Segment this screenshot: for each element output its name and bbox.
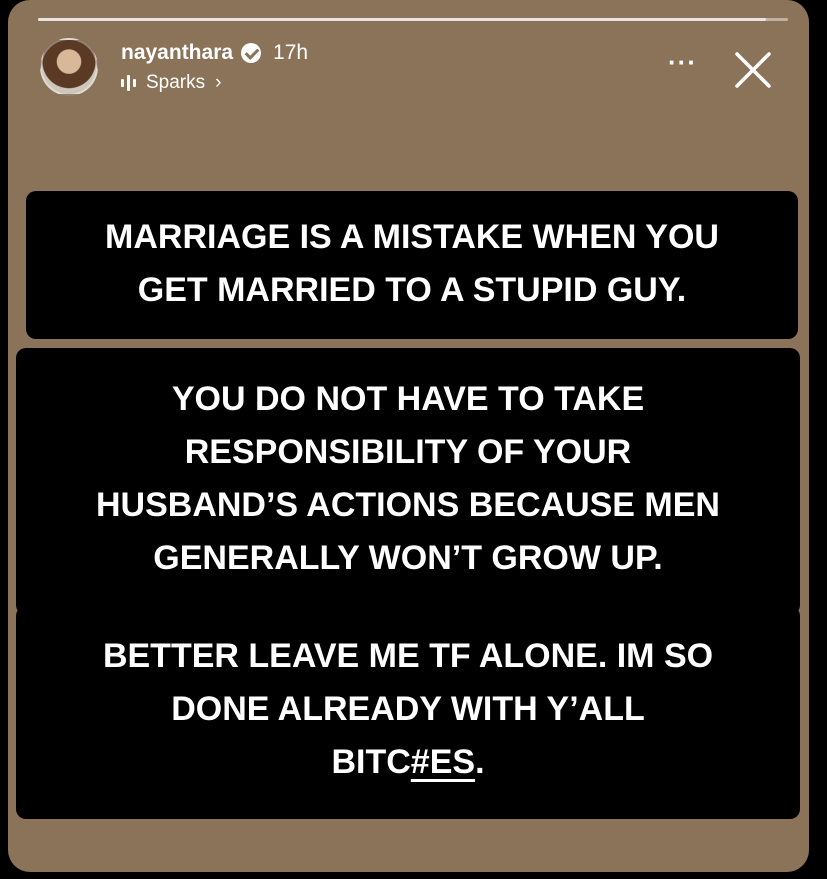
text-line: RESPONSIBILITY OF YOUR: [184, 433, 632, 471]
story-viewer[interactable]: nayanthara 17h Sparks › ··· MARRIAGE IS …: [8, 0, 809, 872]
text-line: DONE ALREADY WITH Y’ALL: [171, 690, 645, 728]
text-line: MARRIAGE IS A MISTAKE WHEN YOU: [105, 218, 719, 256]
music-attribution[interactable]: Sparks ›: [121, 71, 221, 95]
verified-badge-icon: [241, 43, 262, 63]
text-line: BETTER LEAVE ME TF ALONE. IM SO: [102, 637, 714, 675]
music-title[interactable]: Sparks: [146, 71, 205, 95]
text-sticker-1: MARRIAGE IS A MISTAKE WHEN YOU GET MARRI…: [26, 191, 798, 339]
audio-bars-icon: [121, 75, 136, 91]
username[interactable]: nayanthara: [121, 40, 233, 66]
text-sticker-3: BETTER LEAVE ME TF ALONE. IM SO DONE ALR…: [16, 606, 800, 819]
text-fragment: .: [475, 743, 485, 781]
text-line: GENERALLY WON’T GROW UP.: [153, 539, 663, 577]
story-progress-bar: [38, 18, 788, 21]
post-time: 17h: [273, 41, 309, 64]
close-icon[interactable]: [731, 48, 775, 92]
text-line-last: BITC#ES.: [26, 736, 790, 789]
text-line: YOU DO NOT HAVE TO TAKE: [171, 380, 645, 418]
text-line: HUSBAND’S ACTIONS BECAUSE MEN: [95, 486, 720, 524]
avatar[interactable]: [40, 38, 98, 96]
story-progress-fill: [38, 18, 766, 21]
underlined-text-fragment: #ES: [410, 743, 476, 781]
text-line: GET MARRIED TO A STUPID GUY.: [137, 271, 687, 309]
text-sticker-2: YOU DO NOT HAVE TO TAKE RESPONSIBILITY O…: [16, 348, 800, 615]
story-author[interactable]: nayanthara 17h: [121, 40, 308, 66]
more-options-icon[interactable]: ···: [668, 49, 697, 75]
text-fragment: BITC: [331, 743, 411, 781]
chevron-right-icon: ›: [215, 72, 222, 93]
